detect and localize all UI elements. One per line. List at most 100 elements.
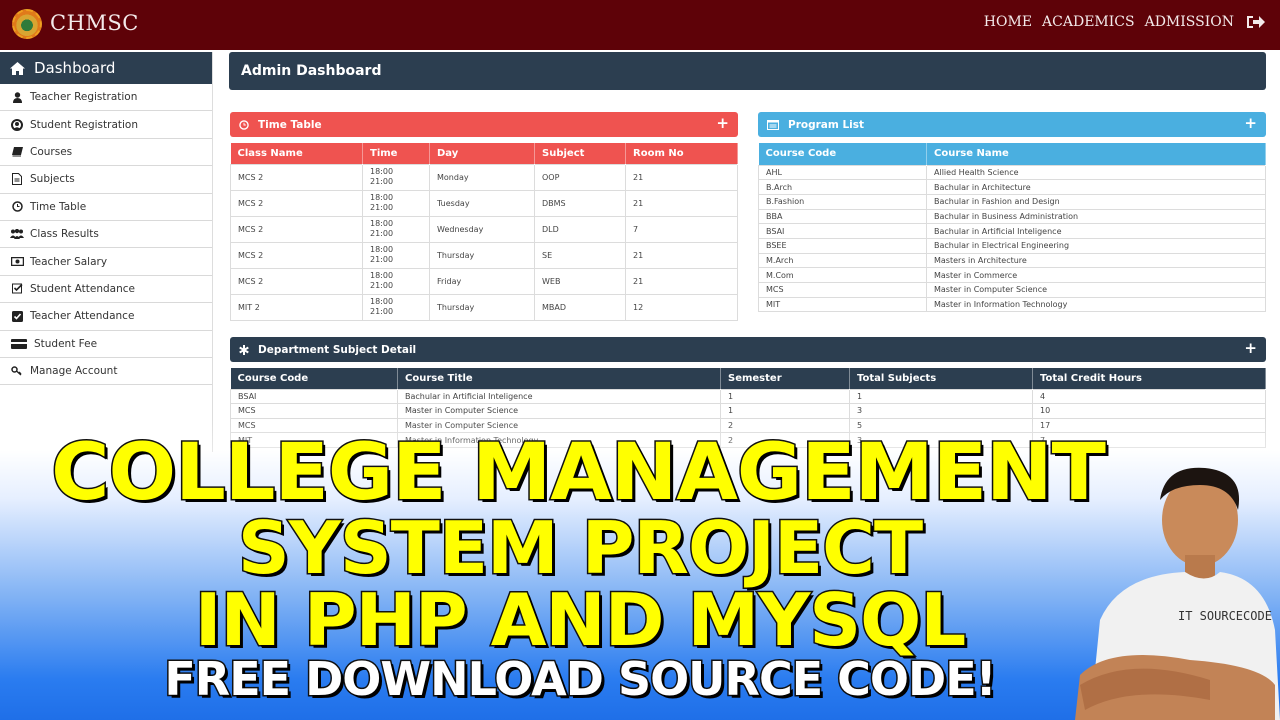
table-row[interactable]: MCS 2 18:00 21:00 Thursday SE 21 (230, 241, 738, 269)
cell-time: 18:00 21:00 (362, 293, 430, 321)
cell-course-code: M.Arch (758, 252, 927, 269)
cell-time: 18:00 21:00 (362, 215, 430, 243)
cell-class-name: MCS 2 (230, 215, 363, 243)
brand-name[interactable]: CHMSC (50, 11, 139, 35)
table-row[interactable]: MCS 2 18:00 21:00 Monday OOP 21 (230, 163, 738, 191)
table-row[interactable]: MCS Master in Computer Science (758, 282, 1266, 298)
table-header-row: Course Code Course Title Semester Total … (230, 368, 1266, 389)
column-header[interactable]: Room No (625, 143, 738, 164)
table-row[interactable]: BBA Bachular in Business Administration (758, 208, 1266, 225)
cell-time: 18:00 21:00 (362, 241, 430, 269)
nav-admission[interactable]: ADMISSION (1145, 14, 1234, 30)
sign-out-icon[interactable] (1246, 14, 1266, 30)
table-row[interactable]: B.Arch Bachular in Architecture (758, 179, 1266, 195)
column-header[interactable]: Time (362, 143, 430, 164)
money-icon (10, 256, 24, 268)
sidebar-item-label: Manage Account (30, 365, 118, 378)
add-program-plus-icon[interactable]: + (1244, 114, 1257, 132)
table-row[interactable]: MIT 2 18:00 21:00 Thursday MBAD 12 (230, 293, 738, 321)
cell-semester: 1 (720, 388, 850, 405)
table-row[interactable]: AHL Allied Health Science (758, 164, 1266, 181)
cell-room-no: 21 (625, 189, 738, 217)
sidebar-item-label: Student Fee (34, 337, 98, 350)
table-row[interactable]: M.Com Master in Commerce (758, 267, 1266, 283)
sidebar-item-teacher-salary[interactable]: Teacher Salary (0, 248, 212, 276)
sidebar-item-label: Student Attendance (30, 282, 136, 295)
table-row[interactable]: M.Arch Masters in Architecture (758, 252, 1266, 269)
column-header[interactable]: Semester (720, 368, 850, 389)
cell-subject: DLD (534, 215, 626, 243)
sidebar-item-dashboard[interactable]: Dashboard (0, 52, 212, 84)
cell-course-name: Bachular in Business Administration (926, 208, 1266, 225)
table-row[interactable]: MCS Master in Computer Science 1 3 10 (230, 403, 1266, 419)
user-circle-icon (10, 118, 24, 131)
nav-academics[interactable]: ACADEMICS (1042, 14, 1135, 30)
table-row[interactable]: MCS 2 18:00 21:00 Tuesday DBMS 21 (230, 189, 738, 217)
sidebar-item-label: Student Registration (30, 118, 138, 131)
column-header[interactable]: Course Code (230, 368, 398, 389)
table-header-row: Class Name Time Day Subject Room No (230, 143, 738, 164)
cell-room-no: 21 (625, 241, 738, 269)
column-header[interactable]: Total Credit Hours (1032, 368, 1266, 389)
list-alt-icon (767, 119, 779, 130)
sidebar-item-student-registration[interactable]: Student Registration (0, 111, 212, 139)
table-row[interactable]: BSAI Bachular in Artificial Inteligence 1 1… (230, 388, 1266, 405)
sidebar-item-label: Teacher Salary (30, 255, 108, 268)
cell-class-name: MCS 2 (230, 163, 363, 191)
cell-course-code: MCS (758, 282, 927, 298)
cell-day: Tuesday (429, 189, 535, 217)
table-row[interactable]: BSAI Bachular in Artificial Inteligence (758, 223, 1266, 239)
top-navbar: CHMSC HOME ACADEMICS ADMISSION (0, 0, 1280, 50)
cell-time: 18:00 21:00 (362, 267, 430, 295)
column-header[interactable]: Course Name (926, 143, 1266, 165)
time-end: 21:00 (370, 229, 394, 238)
table-row[interactable]: MIT Master in Information Technology (758, 296, 1266, 313)
sidebar-item-label: Teacher Registration (30, 91, 138, 104)
column-header[interactable]: Subject (534, 143, 626, 164)
cell-semester: 1 (720, 403, 850, 419)
cell-course-code: BSAI (230, 388, 398, 405)
column-header[interactable]: Course Code (758, 143, 927, 165)
column-header[interactable]: Day (429, 143, 535, 164)
cell-day: Thursday (429, 293, 535, 321)
sidebar-item-student-fee[interactable]: Student Fee (0, 330, 212, 358)
column-header[interactable]: Total Subjects (849, 368, 1033, 389)
sidebar-item-subjects[interactable]: Subjects (0, 166, 212, 194)
cell-class-name: MCS 2 (230, 267, 363, 295)
column-header[interactable]: Course Title (397, 368, 721, 389)
cell-course-title: Bachular in Artificial Inteligence (397, 388, 721, 405)
table-header-row: Course Code Course Name (758, 143, 1266, 165)
add-timetable-plus-icon[interactable]: + (716, 114, 729, 132)
table-row[interactable]: MCS 2 18:00 21:00 Wednesday DLD 7 (230, 215, 738, 243)
cell-course-code: BSAI (758, 223, 927, 239)
file-text-icon (10, 173, 24, 186)
asterisk-icon (239, 344, 249, 355)
sidebar-item-label: Class Results (30, 228, 99, 241)
headline-line-4: FREE DOWNLOAD SOURCE CODE! (163, 651, 998, 708)
sidebar-item-teacher-registration[interactable]: Teacher Registration (0, 84, 212, 112)
sidebar-item-student-attendance[interactable]: Student Attendance (0, 275, 212, 304)
add-dept-subject-plus-icon[interactable]: + (1244, 339, 1257, 357)
headline-line-1: COLLEGE MANAGEMENT (50, 427, 1108, 520)
check-square-outline-icon (10, 283, 24, 295)
sidebar-item-courses[interactable]: Courses (0, 138, 212, 167)
cell-course-code: MIT (758, 296, 927, 313)
college-logo[interactable] (12, 9, 42, 39)
sidebar-item-time-table[interactable]: Time Table (0, 193, 212, 221)
table-row[interactable]: B.Fashion Bachular in Fashion and Design (758, 193, 1266, 210)
column-header[interactable]: Class Name (230, 143, 363, 164)
table-row[interactable]: BSEE Bachular in Electrical Engineering (758, 237, 1266, 254)
cell-course-code: BBA (758, 208, 927, 225)
time-end: 21:00 (370, 203, 394, 212)
book-icon (10, 146, 24, 158)
cell-course-name: Bachular in Architecture (926, 179, 1266, 195)
shirt-text: IT SOURCECODE (1178, 609, 1272, 623)
nav-home[interactable]: HOME (984, 14, 1032, 30)
sidebar-item-class-results[interactable]: Class Results (0, 220, 212, 249)
sidebar-item-teacher-attendance[interactable]: Teacher Attendance (0, 303, 212, 331)
cell-class-name: MIT 2 (230, 293, 363, 321)
table-row[interactable]: MCS 2 18:00 21:00 Friday WEB 21 (230, 267, 738, 295)
program-list-card-header: Program List + (758, 112, 1266, 137)
cell-subject: OOP (534, 163, 626, 191)
sidebar-item-manage-account[interactable]: Manage Account (0, 357, 212, 386)
